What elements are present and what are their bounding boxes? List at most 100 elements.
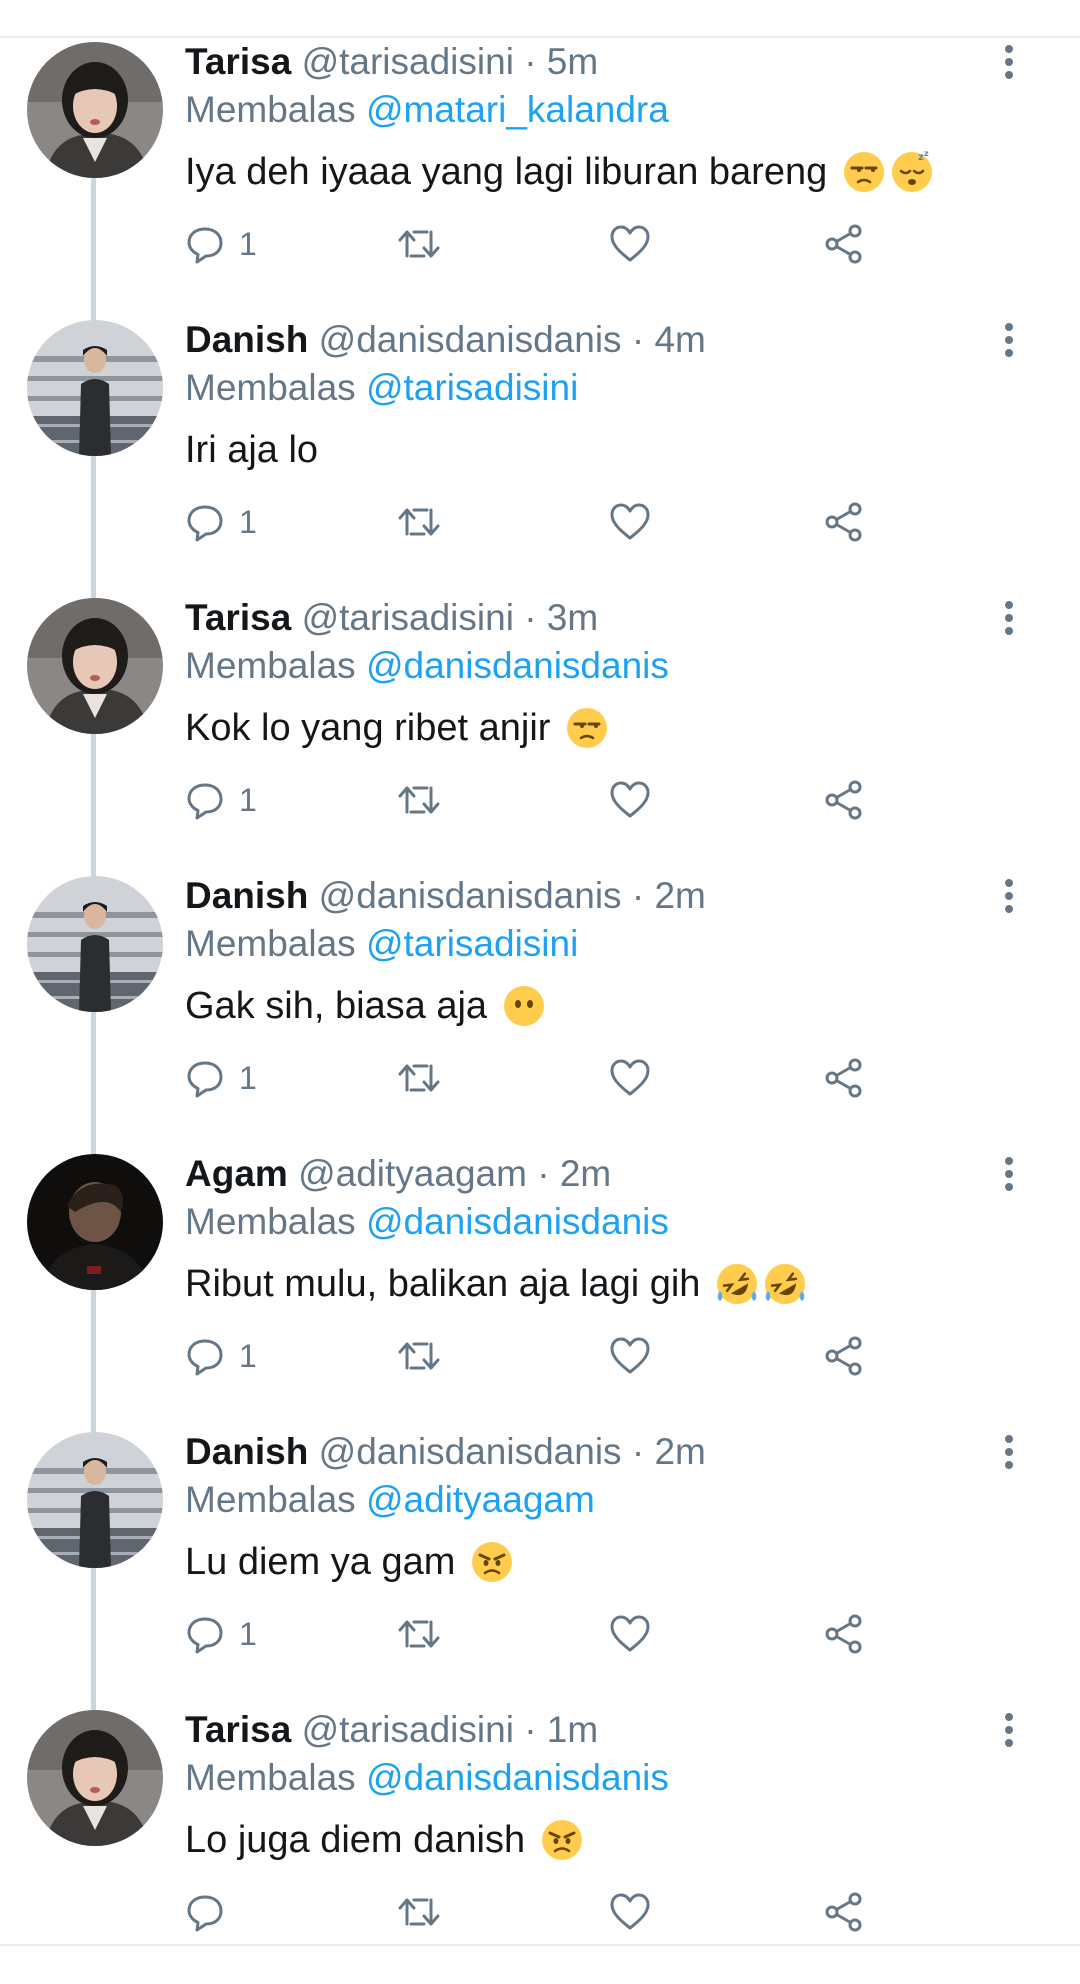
avatar[interactable]	[27, 42, 163, 178]
replying-to-label: Membalas	[185, 923, 356, 964]
like-button[interactable]	[609, 216, 651, 272]
tweet-text: Ribut mulu, balikan aja lagi gih	[185, 1256, 807, 1312]
reply-icon	[185, 224, 225, 264]
reply-button[interactable]: 1	[185, 1328, 257, 1384]
timestamp[interactable]: · 1m	[524, 1709, 598, 1750]
retweet-button[interactable]	[395, 772, 443, 828]
user-handle[interactable]: @tarisadisini	[302, 597, 514, 638]
tweet-reply[interactable]: Tarisa @tarisadisini · 5m Membalas @matar…	[0, 38, 1080, 316]
retweet-icon	[395, 1336, 443, 1376]
replying-to-label: Membalas	[185, 1757, 356, 1798]
replying-to: Membalas @matari_kalandra	[185, 86, 669, 134]
display-name[interactable]: Danish	[185, 319, 308, 360]
user-handle[interactable]: @tarisadisini	[302, 41, 514, 82]
reply-icon	[185, 1614, 225, 1654]
share-icon	[823, 779, 865, 821]
like-button[interactable]	[609, 1328, 651, 1384]
retweet-button[interactable]	[395, 1884, 443, 1940]
replying-to: Membalas @tarisadisini	[185, 364, 578, 412]
reply-button[interactable]: 1	[185, 1050, 257, 1106]
display-name[interactable]: Tarisa	[185, 1709, 291, 1750]
avatar[interactable]	[27, 876, 163, 1012]
avatar[interactable]	[27, 1710, 163, 1846]
display-name[interactable]: Tarisa	[185, 41, 291, 82]
display-name[interactable]: Agam	[185, 1153, 288, 1194]
retweet-button[interactable]	[395, 1328, 443, 1384]
more-options-icon[interactable]	[996, 600, 1022, 640]
mention-link[interactable]: @tarisadisini	[366, 367, 578, 408]
avatar[interactable]	[27, 1154, 163, 1290]
share-button[interactable]	[823, 772, 865, 828]
reply-button[interactable]: 1	[185, 216, 257, 272]
mention-link[interactable]: @danisdanisdanis	[366, 1201, 669, 1242]
share-button[interactable]	[823, 1328, 865, 1384]
retweet-button[interactable]	[395, 1606, 443, 1662]
reply-button[interactable]: 1	[185, 1606, 257, 1662]
like-button[interactable]	[609, 772, 651, 828]
reply-icon	[185, 1336, 225, 1376]
more-options-icon[interactable]	[996, 322, 1022, 362]
retweet-button[interactable]	[395, 1050, 443, 1106]
mention-link[interactable]: @adityaagam	[366, 1479, 595, 1520]
more-options-icon[interactable]	[996, 1156, 1022, 1196]
tweet-reply[interactable]: Danish @danisdanisdanis · 2m Membalas @ad…	[0, 1428, 1080, 1706]
user-handle[interactable]: @adityaagam	[298, 1153, 527, 1194]
heart-icon	[609, 502, 651, 542]
mention-link[interactable]: @danisdanisdanis	[366, 1757, 669, 1798]
tweet-reply[interactable]: Danish @danisdanisdanis · 4m Membalas @ta…	[0, 316, 1080, 594]
tweet-text: Iri aja lo	[185, 422, 318, 478]
reply-count: 1	[239, 1337, 257, 1374]
reply-button[interactable]: 1	[185, 772, 257, 828]
retweet-button[interactable]	[395, 494, 443, 550]
reply-button[interactable]: 1	[185, 494, 257, 550]
like-button[interactable]	[609, 1050, 651, 1106]
tweet-header: Tarisa @tarisadisini · 3m	[185, 594, 598, 642]
display-name[interactable]: Danish	[185, 875, 308, 916]
more-options-icon[interactable]	[996, 878, 1022, 918]
share-button[interactable]	[823, 216, 865, 272]
tweet-reply[interactable]: Tarisa @tarisadisini · 3m Membalas @danis…	[0, 594, 1080, 872]
like-button[interactable]	[609, 1606, 651, 1662]
share-button[interactable]	[823, 494, 865, 550]
like-button[interactable]	[609, 1884, 651, 1940]
more-options-icon[interactable]	[996, 1712, 1022, 1752]
avatar[interactable]	[27, 1432, 163, 1568]
reply-button[interactable]	[185, 1884, 239, 1940]
user-handle[interactable]: @tarisadisini	[302, 1709, 514, 1750]
tweet-reply[interactable]: Agam @adityaagam · 2m Membalas @danisdani…	[0, 1150, 1080, 1428]
display-name[interactable]: Danish	[185, 1431, 308, 1472]
retweet-icon	[395, 780, 443, 820]
reply-icon	[185, 780, 225, 820]
avatar[interactable]	[27, 598, 163, 734]
mention-link[interactable]: @tarisadisini	[366, 923, 578, 964]
replying-to: Membalas @danisdanisdanis	[185, 1754, 669, 1802]
timestamp[interactable]: · 2m	[537, 1153, 611, 1194]
tweet-reply[interactable]: Danish @danisdanisdanis · 2m Membalas @ta…	[0, 872, 1080, 1150]
tweet-header: Danish @danisdanisdanis · 4m	[185, 316, 706, 364]
display-name[interactable]: Tarisa	[185, 597, 291, 638]
user-handle[interactable]: @danisdanisdanis	[319, 319, 622, 360]
retweet-button[interactable]	[395, 216, 443, 272]
avatar[interactable]	[27, 320, 163, 456]
timestamp[interactable]: · 2m	[632, 1431, 706, 1472]
more-options-icon[interactable]	[996, 44, 1022, 84]
timestamp[interactable]: · 5m	[524, 41, 598, 82]
timestamp[interactable]: · 4m	[632, 319, 706, 360]
tweet-header: Danish @danisdanisdanis · 2m	[185, 872, 706, 920]
user-handle[interactable]: @danisdanisdanis	[319, 875, 622, 916]
share-button[interactable]	[823, 1606, 865, 1662]
unamused-emoji	[838, 144, 886, 200]
share-button[interactable]	[823, 1050, 865, 1106]
share-button[interactable]	[823, 1884, 865, 1940]
like-button[interactable]	[609, 494, 651, 550]
tweet-reply[interactable]: Tarisa @tarisadisini · 1m Membalas @danis…	[0, 1706, 1080, 1984]
mention-link[interactable]: @matari_kalandra	[366, 89, 669, 130]
user-handle[interactable]: @danisdanisdanis	[319, 1431, 622, 1472]
more-options-icon[interactable]	[996, 1434, 1022, 1474]
sleeping-emoji: zz	[886, 144, 934, 200]
timestamp[interactable]: · 2m	[632, 875, 706, 916]
heart-icon	[609, 1614, 651, 1654]
timestamp[interactable]: · 3m	[524, 597, 598, 638]
mention-link[interactable]: @danisdanisdanis	[366, 645, 669, 686]
reply-count: 1	[239, 1615, 257, 1652]
